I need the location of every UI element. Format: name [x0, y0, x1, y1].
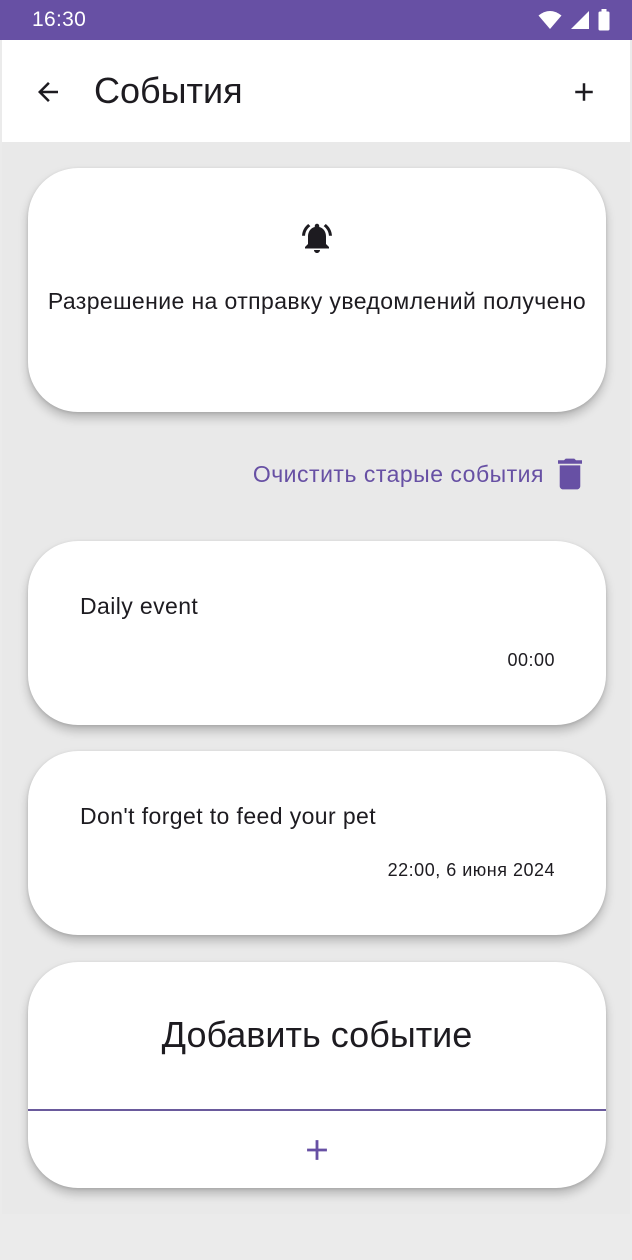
event-card[interactable]: Daily event 00:00: [28, 541, 606, 725]
event-card[interactable]: Don't forget to feed your pet 22:00, 6 и…: [28, 751, 606, 935]
plus-icon: [575, 83, 593, 101]
wifi-icon: [538, 11, 562, 29]
bell-ring-icon: [302, 223, 332, 253]
permission-card: Разрешение на отправку уведомлений получ…: [28, 168, 606, 412]
trash-icon: [558, 458, 582, 490]
event-time: 00:00: [507, 650, 555, 670]
permission-status-text: Разрешение на отправку уведомлений получ…: [47, 288, 587, 314]
add-event-title: Добавить событие: [161, 1014, 473, 1055]
status-time: 16:30: [32, 8, 87, 31]
top-app-bar: События: [2, 40, 630, 142]
status-icons: [538, 9, 610, 31]
clear-old-events-label: Очистить старые события: [252, 460, 544, 487]
event-time: 22:00, 6 июня 2024: [387, 860, 555, 880]
event-title: Don't forget to feed your pet: [80, 803, 377, 829]
bottom-area: [0, 1214, 632, 1260]
add-event-button[interactable]: [28, 1111, 606, 1188]
add-event-card: Добавить событие: [28, 962, 606, 1188]
signal-icon: [571, 11, 589, 29]
back-button[interactable]: [30, 74, 66, 110]
page-title: События: [94, 70, 243, 111]
status-bar: 16:30: [0, 0, 632, 40]
clear-old-events-button[interactable]: Очистить старые события: [253, 458, 582, 490]
arrow-left-icon: [38, 82, 58, 102]
event-title: Daily event: [80, 593, 199, 619]
battery-icon: [598, 9, 610, 31]
add-event-top-button[interactable]: [566, 74, 602, 110]
plus-icon: [307, 1139, 327, 1160]
